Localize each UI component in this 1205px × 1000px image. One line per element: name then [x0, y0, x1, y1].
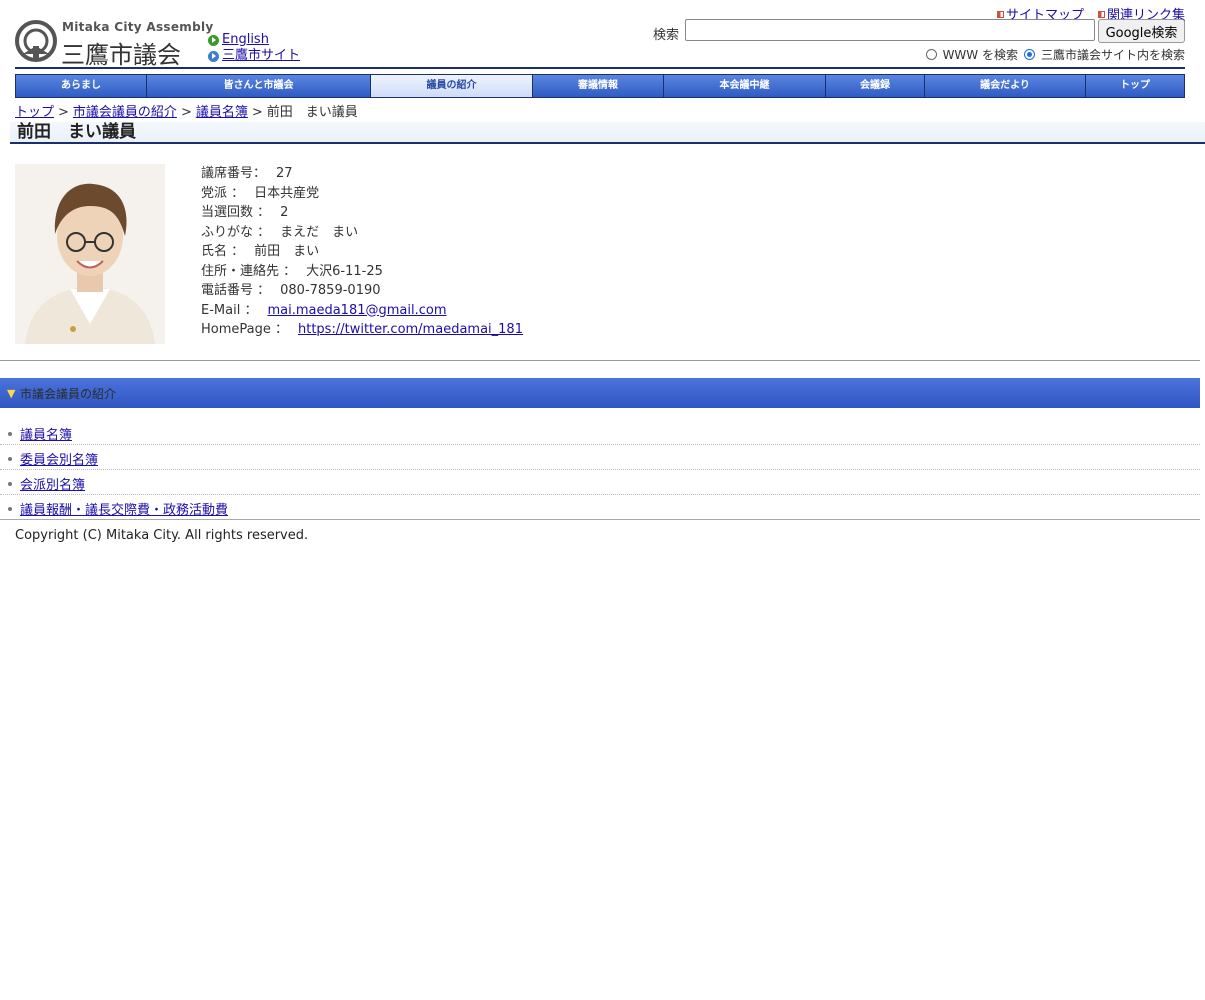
link-icon: [1097, 11, 1105, 18]
profile-value: 2: [280, 205, 289, 220]
section-links: 議員名簿 委員会別名簿 会派別名簿 議員報酬・議長交際費・政務活動費: [0, 420, 1200, 520]
profile-row-seat: 議席番号： 27: [201, 164, 523, 184]
nav-deliberation[interactable]: 審議情報: [533, 75, 664, 97]
search-scope-options: WWW を検索 三鷹市議会サイト内を検索: [925, 46, 1185, 63]
logo-title: 三鷹市議会: [61, 41, 181, 69]
nav-members[interactable]: 議員の紹介: [371, 75, 533, 97]
faction-list-link[interactable]: 会派別名簿: [20, 474, 85, 493]
profile-value: 27: [276, 166, 293, 181]
footer-divider: [0, 519, 1200, 520]
profile-label: 当選回数 ：: [201, 205, 271, 220]
member-photo: [15, 164, 165, 344]
profile-label: 住所・連絡先 ：: [201, 263, 297, 279]
profile-row-email: E-Mail ： mai.maeda181@gmail.com: [201, 301, 523, 321]
arrow-right-icon: [208, 50, 219, 62]
www-search-label: WWW を検索: [942, 48, 1018, 62]
profile-value: 前田 まい: [254, 244, 320, 259]
page-title: 前田 まい議員: [17, 122, 136, 142]
main-navigation: あらまし 皆さんと市議会 議員の紹介 審議情報 本会議中継 会議録 議会だより …: [15, 74, 1185, 98]
nav-live-broadcast[interactable]: 本会議中継: [664, 75, 826, 97]
triangle-down-icon: ▼: [7, 387, 16, 400]
nav-overview[interactable]: あらまし: [16, 75, 147, 97]
profile-label: 氏名 ：: [201, 244, 245, 259]
bullet-icon: [8, 482, 12, 486]
profile-row-homepage: HomePage ： https://twitter.com/maedamai_1…: [201, 320, 523, 340]
profile-row-phone: 電話番号 ： 080-7859-0190: [201, 281, 523, 301]
assembly-emblem-icon: [15, 20, 57, 62]
breadcrumb-separator: >: [251, 105, 263, 120]
city-site-link-row: 三鷹市サイト: [208, 48, 300, 64]
list-item: 議員報酬・議長交際費・政務活動費: [0, 495, 1200, 520]
breadcrumb-separator: >: [180, 105, 192, 120]
profile-row-name: 氏名 ： 前田 まい: [201, 242, 523, 262]
section-header: ▼ 市議会議員の紹介: [0, 378, 1200, 408]
profile-row-party: 党派 ： 日本共産党: [201, 184, 523, 204]
list-item: 会派別名簿: [0, 470, 1200, 495]
breadcrumb: トップ > 市議会議員の紹介 > 議員名簿 > 前田 まい議員: [15, 101, 358, 120]
language-links: English 三鷹市サイト: [208, 32, 300, 64]
breadcrumb-top[interactable]: トップ: [15, 105, 54, 120]
profile-row-elections: 当選回数 ： 2: [201, 203, 523, 223]
member-profile: 議席番号： 27 党派 ： 日本共産党 当選回数 ： 2 ふりがな ： まえだ まい 氏…: [201, 164, 523, 340]
nav-citizens-and-assembly[interactable]: 皆さんと市議会: [147, 75, 371, 97]
city-site-link[interactable]: 三鷹市サイト: [222, 48, 300, 64]
page-title-bar: 前田 まい議員: [10, 122, 1205, 144]
copyright: Copyright (C) Mitaka City. All rights re…: [15, 528, 309, 543]
search-area: 検索 Google検索 WWW を検索 三鷹市議会サイト内を検索: [653, 19, 1185, 64]
nav-top[interactable]: トップ: [1086, 75, 1184, 97]
breadcrumb-current: 前田 まい議員: [266, 105, 358, 120]
bullet-icon: [8, 457, 12, 461]
profile-label: ふりがな ：: [201, 224, 271, 240]
profile-label: E-Mail ：: [201, 302, 258, 318]
search-label: 検索: [653, 28, 680, 43]
english-link[interactable]: English: [222, 32, 269, 48]
bullet-icon: [8, 432, 12, 436]
list-item: 委員会別名簿: [0, 445, 1200, 470]
profile-label: 党派 ：: [201, 185, 245, 201]
content-divider: [0, 360, 1200, 361]
committee-list-link[interactable]: 委員会別名簿: [20, 449, 98, 468]
profile-value: 080-7859-0190: [280, 283, 381, 298]
search-input[interactable]: [685, 19, 1095, 41]
profile-row-furigana: ふりがな ： まえだ まい: [201, 223, 523, 243]
profile-label: HomePage ：: [201, 322, 288, 337]
profile-row-address: 住所・連絡先 ： 大沢6-11-25: [201, 262, 523, 282]
nav-newsletter[interactable]: 議会だより: [925, 75, 1086, 97]
member-list-link[interactable]: 議員名簿: [20, 424, 72, 443]
profile-value: 日本共産党: [254, 185, 320, 201]
sitemap-icon: [996, 11, 1004, 18]
site-search-label: 三鷹市議会サイト内を検索: [1040, 48, 1185, 62]
site-search-radio[interactable]: [1023, 49, 1035, 60]
compensation-link[interactable]: 議員報酬・議長交際費・政務活動費: [20, 499, 228, 518]
breadcrumb-members-intro[interactable]: 市議会議員の紹介: [73, 105, 177, 120]
site-logo[interactable]: Mitaka City Assembly 三鷹市議会: [15, 18, 213, 69]
header-divider: [15, 67, 1185, 69]
www-search-radio[interactable]: [925, 49, 937, 60]
breadcrumb-member-list[interactable]: 議員名簿: [196, 105, 248, 120]
logo-subtitle: Mitaka City Assembly: [62, 20, 214, 34]
google-search-button[interactable]: Google検索: [1098, 19, 1185, 43]
bullet-icon: [8, 507, 12, 511]
section-title: 市議会議員の紹介: [20, 387, 117, 401]
profile-value: まえだ まい: [280, 224, 359, 240]
list-item: 議員名簿: [0, 420, 1200, 445]
profile-label: 電話番号 ：: [201, 283, 271, 298]
arrow-right-icon: [208, 34, 219, 46]
profile-label: 議席番号：: [201, 166, 267, 181]
member-portrait-image: [15, 164, 165, 344]
profile-value: 大沢6-11-25: [306, 263, 383, 279]
email-link[interactable]: mai.maeda181@gmail.com: [267, 303, 446, 318]
nav-minutes[interactable]: 会議録: [826, 75, 925, 97]
breadcrumb-separator: >: [58, 105, 69, 120]
homepage-link[interactable]: https://twitter.com/maedamai_181: [298, 322, 523, 337]
english-link-row: English: [208, 32, 300, 48]
